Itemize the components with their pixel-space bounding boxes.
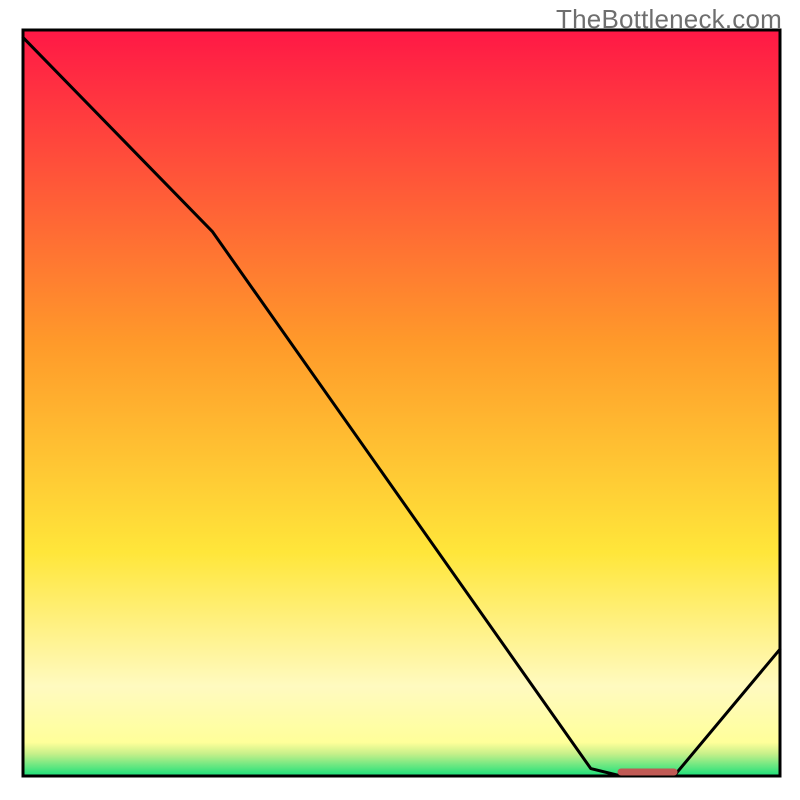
plot-background bbox=[23, 30, 780, 776]
watermark-text: TheBottleneck.com bbox=[556, 4, 782, 35]
chart-svg bbox=[0, 0, 800, 800]
chart-stage: TheBottleneck.com bbox=[0, 0, 800, 800]
